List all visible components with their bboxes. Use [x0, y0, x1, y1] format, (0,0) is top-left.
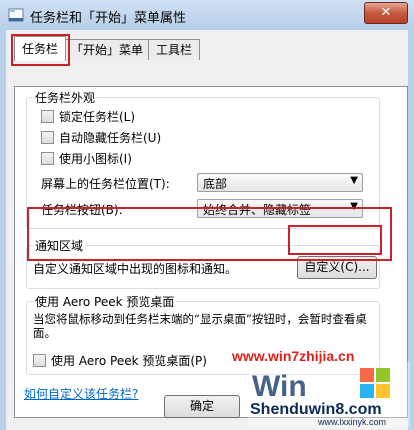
tab-start-menu[interactable]: 「开始」菜单	[64, 39, 150, 60]
tab-taskbar[interactable]: 任务栏	[14, 36, 66, 61]
taskbar-properties-icon	[8, 8, 24, 22]
small-icons-label: 使用小图标(I)	[59, 152, 132, 166]
window: { "window": {"title": "任务栏和「开始」菜单属性", "c…	[0, 0, 414, 430]
svg-text:Win: Win	[252, 370, 307, 403]
customize-taskbar-help-link[interactable]: 如何自定义该任务栏?	[24, 385, 138, 402]
watermark-domain: www.lxxinyk.com	[317, 417, 386, 427]
lock-taskbar-checkbox[interactable]	[41, 110, 54, 123]
lock-taskbar-label: 锁定任务栏(L)	[59, 110, 136, 124]
aero-peek-checkbox[interactable]	[33, 354, 46, 367]
small-icons-checkbox[interactable]	[41, 152, 54, 165]
tab-toolbars-label: 工具栏	[155, 43, 192, 57]
auto-hide-option[interactable]: 自动隐藏任务栏(U)	[41, 129, 161, 146]
appearance-legend: 任务栏外观	[33, 89, 98, 106]
tab-toolbars[interactable]: 工具栏	[148, 39, 200, 60]
lock-taskbar-option[interactable]: 锁定任务栏(L)	[41, 108, 135, 125]
aero-peek-legend: 使用 Aero Peek 预览桌面	[33, 293, 177, 310]
aero-peek-label: 使用 Aero Peek 预览桌面(P)	[51, 354, 207, 368]
window-title: 任务栏和「开始」菜单属性	[30, 11, 187, 26]
position-label: 屏幕上的任务栏位置(T):	[41, 177, 170, 191]
position-dropdown[interactable]: 底部 ▼	[197, 173, 363, 192]
notification-description: 自定义通知区域中出现的图标和通知。	[33, 262, 238, 276]
watermark-brand: Shenduwin8.com	[250, 401, 382, 418]
close-button[interactable]: ✕	[364, 2, 408, 24]
small-icons-option[interactable]: 使用小图标(I)	[41, 150, 132, 167]
ok-button[interactable]: 确定	[164, 395, 240, 418]
auto-hide-label: 自动隐藏任务栏(U)	[59, 131, 162, 145]
chevron-down-icon: ▼	[350, 175, 358, 186]
highlight-customize-button	[288, 225, 382, 255]
tab-taskbar-label: 任务栏	[21, 42, 58, 56]
aero-peek-description: 当您将鼠标移动到任务栏末端的“显示桌面”按钮时，会暂时查看桌面。	[33, 312, 367, 340]
aero-peek-option[interactable]: 使用 Aero Peek 预览桌面(P)	[33, 352, 207, 369]
position-value: 底部	[203, 177, 228, 191]
auto-hide-checkbox[interactable]	[41, 131, 54, 144]
title-bar[interactable]: 任务栏和「开始」菜单属性 ✕	[0, 0, 414, 30]
close-icon: ✕	[380, 5, 392, 20]
watermark-logo: Win Shenduwin8.com www.lxxinyk.com	[248, 362, 410, 428]
tab-start-menu-label: 「开始」菜单	[70, 43, 143, 57]
